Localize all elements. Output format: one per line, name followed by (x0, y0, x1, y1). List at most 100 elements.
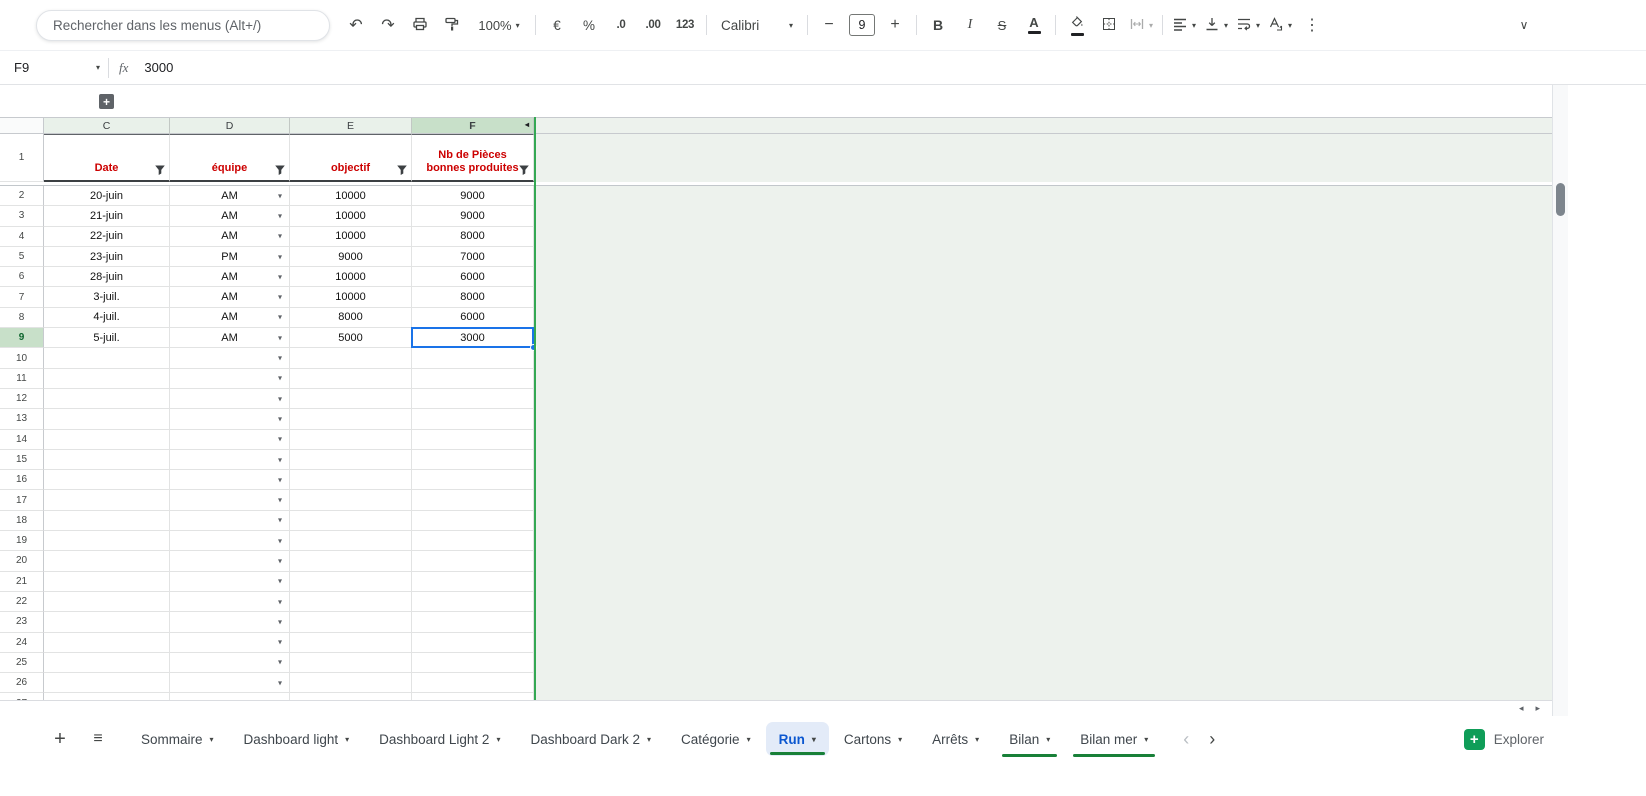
cell-C13[interactable] (44, 409, 170, 430)
zoom-select[interactable]: 100% ▾ (470, 11, 528, 39)
cell-E5[interactable]: 9000 (290, 246, 412, 268)
cell-F23[interactable] (412, 612, 534, 633)
cell-F5[interactable]: 7000 (412, 246, 534, 268)
cell-F25[interactable] (412, 652, 534, 674)
header-cell-f[interactable]: Nb de Pièces bonnes produites (412, 134, 534, 182)
font-select[interactable]: Calibri ▾ (714, 11, 800, 39)
column-header-f[interactable]: F ◂ (412, 118, 534, 134)
print-button[interactable] (406, 11, 434, 39)
dropdown-arrow-icon[interactable]: ▾ (278, 455, 282, 464)
cell-C4[interactable]: 22-juin (44, 226, 170, 247)
cell-F8[interactable]: 6000 (412, 307, 534, 329)
format-percent-button[interactable]: % (575, 11, 603, 39)
format-currency-button[interactable]: € (543, 11, 571, 39)
cell-D14[interactable]: ▾ (170, 429, 290, 450)
column-header-e[interactable]: E (290, 118, 412, 134)
row-header-4[interactable]: 4 (0, 226, 44, 247)
dropdown-arrow-icon[interactable]: ▾ (278, 354, 282, 363)
dropdown-arrow-icon[interactable]: ▾ (278, 658, 282, 667)
next-tabs-button[interactable]: › (1209, 729, 1215, 750)
dropdown-arrow-icon[interactable]: ▾ (278, 252, 282, 261)
row-header-14[interactable]: 14 (0, 429, 44, 450)
cell-C9[interactable]: 5-juil. (44, 328, 170, 349)
increase-font-size-button[interactable]: + (881, 11, 909, 39)
dropdown-arrow-icon[interactable]: ▾ (278, 638, 282, 647)
row-header-22[interactable]: 22 (0, 591, 44, 613)
redo-button[interactable]: ↷ (374, 11, 402, 39)
row-header-5[interactable]: 5 (0, 246, 44, 268)
font-size-input[interactable]: 9 (849, 14, 875, 36)
cell-E13[interactable] (290, 409, 412, 430)
cell-E7[interactable]: 10000 (290, 287, 412, 308)
cell-C7[interactable]: 3-juil. (44, 287, 170, 308)
dropdown-arrow-icon[interactable]: ▾ (278, 232, 282, 241)
cell-D6[interactable]: AM ▾ (170, 267, 290, 288)
row-header-24[interactable]: 24 (0, 632, 44, 653)
row-header-27[interactable]: 27 (0, 693, 44, 700)
row-header-26[interactable]: 26 (0, 673, 44, 694)
dropdown-arrow-icon[interactable]: ▾ (278, 333, 282, 342)
cell-E15[interactable] (290, 449, 412, 471)
cell-C8[interactable]: 4-juil. (44, 307, 170, 329)
cell-C20[interactable] (44, 551, 170, 572)
row-header-20[interactable]: 20 (0, 551, 44, 572)
cell-D12[interactable]: ▾ (170, 388, 290, 410)
cell-E9[interactable]: 5000 (290, 328, 412, 349)
row-header-17[interactable]: 17 (0, 490, 44, 511)
menu-search-input[interactable]: Rechercher dans les menus (Alt+/) (36, 9, 330, 41)
cell-F16[interactable] (412, 470, 534, 491)
dropdown-arrow-icon[interactable]: ▾ (278, 516, 282, 525)
filter-icon[interactable] (153, 163, 166, 176)
cell-C11[interactable] (44, 368, 170, 389)
horizontal-scrollbar[interactable]: ◂ ▸ (0, 700, 1552, 716)
cell-C16[interactable] (44, 470, 170, 491)
number-format-button[interactable]: 123 (671, 11, 699, 39)
header-cell-e[interactable]: objectif (290, 134, 412, 182)
cell-F15[interactable] (412, 449, 534, 471)
scroll-right-button[interactable]: ▸ (1535, 704, 1540, 713)
cell-E3[interactable]: 10000 (290, 206, 412, 227)
cell-C12[interactable] (44, 388, 170, 410)
cell-D26[interactable]: ▾ (170, 673, 290, 694)
header-cell-d[interactable]: équipe (170, 134, 290, 182)
cell-D24[interactable]: ▾ (170, 632, 290, 653)
cell-D13[interactable]: ▾ (170, 409, 290, 430)
selected-cell-F9[interactable]: 3000 (411, 327, 537, 352)
dropdown-arrow-icon[interactable]: ▾ (278, 313, 282, 322)
filter-icon[interactable] (395, 163, 408, 176)
dropdown-arrow-icon[interactable]: ▾ (278, 536, 282, 545)
dropdown-arrow-icon[interactable]: ▾ (278, 496, 282, 505)
row-header-7[interactable]: 7 (0, 287, 44, 308)
cell-F22[interactable] (412, 591, 534, 613)
dropdown-arrow-icon[interactable]: ▾ (278, 556, 282, 565)
tab-arr-ts[interactable]: Arrêts ▾ (917, 716, 994, 762)
cell-E19[interactable] (290, 531, 412, 552)
cell-F2[interactable]: 9000 (412, 186, 534, 207)
cell-F7[interactable]: 8000 (412, 287, 534, 308)
cell-F11[interactable] (412, 368, 534, 389)
fill-color-button[interactable] (1063, 11, 1091, 39)
cell-E10[interactable] (290, 348, 412, 369)
scroll-left-button[interactable]: ◂ (1519, 704, 1524, 713)
cell-D2[interactable]: AM ▾ (170, 186, 290, 207)
cell-F12[interactable] (412, 388, 534, 410)
cell-C23[interactable] (44, 612, 170, 633)
decrease-font-size-button[interactable]: − (815, 11, 843, 39)
cell-D27[interactable]: ▾ (170, 693, 290, 700)
dropdown-arrow-icon[interactable]: ▾ (278, 293, 282, 302)
cell-E11[interactable] (290, 368, 412, 389)
explore-button[interactable]: + Explorer (1463, 728, 1544, 750)
cell-C10[interactable] (44, 348, 170, 369)
text-rotation-button[interactable]: ▾ (1266, 11, 1294, 39)
cell-F21[interactable] (412, 571, 534, 592)
row-header-8[interactable]: 8 (0, 307, 44, 329)
row-header-9[interactable]: 9 (0, 328, 44, 349)
dropdown-arrow-icon[interactable]: ▾ (278, 374, 282, 383)
row-header-10[interactable]: 10 (0, 348, 44, 369)
cell-C17[interactable] (44, 490, 170, 511)
vertical-align-button[interactable]: ▾ (1202, 11, 1230, 39)
tab-dashboard-dark-2[interactable]: Dashboard Dark 2 ▾ (515, 716, 666, 762)
tab-sommaire[interactable]: Sommaire ▾ (126, 716, 229, 762)
select-all-corner[interactable] (0, 118, 44, 134)
cell-C3[interactable]: 21-juin (44, 206, 170, 227)
